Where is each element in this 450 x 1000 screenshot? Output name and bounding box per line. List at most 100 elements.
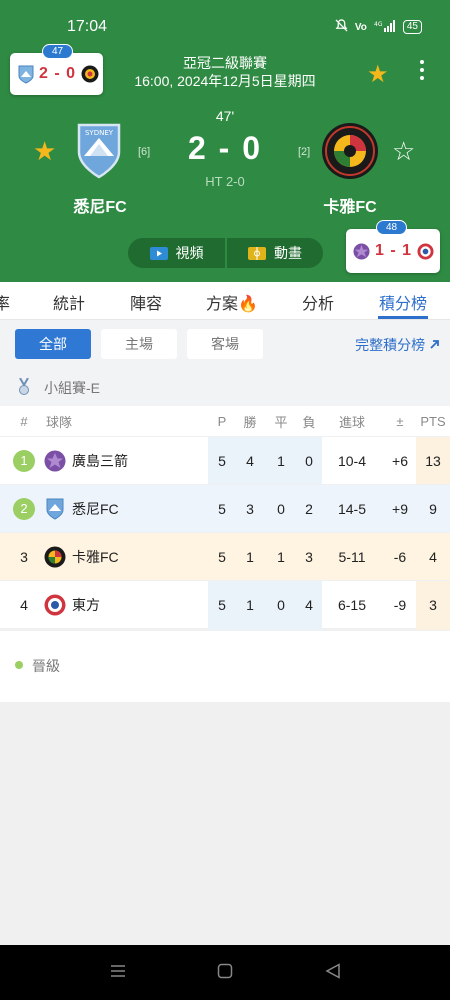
sanfrecce-logo [44, 450, 66, 471]
live-match-card-right[interactable]: 48 1 - 1 [346, 220, 440, 273]
volte-icon: Vo [354, 21, 367, 33]
drawn: 1 [277, 452, 285, 469]
eastern-logo [44, 594, 66, 615]
eastern-logo [417, 242, 434, 260]
match-score: 2 - 0 [187, 130, 263, 166]
animation-label: 動畫 [274, 245, 302, 261]
home-icon[interactable] [217, 963, 233, 979]
col-won: 勝 [243, 414, 257, 430]
drawn: 0 [277, 596, 285, 613]
away-rank: [2] [298, 146, 311, 158]
tab-analysis[interactable]: 分析 [302, 290, 334, 314]
goal-diff: +9 [392, 500, 408, 517]
match-header: 17:04 Vo 4G 45 47 2 - 0 亞冠二級聯賽 16:00, 20… [0, 0, 450, 282]
tab-plans[interactable]: 方案🔥 [206, 290, 258, 314]
position: 4 [20, 596, 28, 613]
tab-bar: 率 統計 陣容 方案🔥 分析 積分榜 [0, 282, 450, 320]
filter-all-button[interactable]: 全部 [15, 329, 91, 359]
col-drawn: 平 [274, 414, 288, 430]
kaya-fc-crest [322, 123, 378, 179]
played: 5 [218, 596, 226, 613]
tab-odds[interactable]: 率 [0, 290, 10, 314]
video-button[interactable]: 視頻 [128, 238, 225, 268]
team-name: 悉尼FC [72, 500, 119, 517]
medal-icon [19, 378, 29, 395]
filter-home-button[interactable]: 主場 [101, 329, 177, 359]
lost: 0 [305, 452, 313, 469]
position-badge: 1 [13, 449, 35, 472]
goal-diff: +6 [392, 452, 408, 469]
home-team-name[interactable]: 悉尼FC [45, 193, 155, 217]
points: 4 [429, 548, 437, 565]
sanfrecce-logo [353, 242, 370, 260]
played: 5 [218, 500, 226, 517]
table-header: # 球隊 P 勝 平 負 進球 ± PTS [0, 406, 450, 436]
drawn: 1 [277, 548, 285, 565]
position-badge: 2 [13, 497, 35, 520]
svg-text:4G: 4G [374, 21, 383, 28]
team-name: 卡雅FC [72, 548, 119, 565]
pitch-animation-icon [248, 246, 266, 260]
goal-diff: -6 [393, 548, 407, 565]
arrow-up-right-icon [430, 340, 439, 349]
points: 13 [425, 452, 441, 469]
match-minute: 47' [215, 108, 235, 124]
away-favorite-star-icon[interactable]: ☆ [392, 136, 415, 167]
col-played: P [217, 413, 227, 429]
played: 5 [218, 452, 226, 469]
kaya-fc-logo [44, 546, 66, 567]
table-row[interactable]: 4 東方 5 1 0 4 6-15 -9 3 [0, 580, 450, 628]
qualify-dot-icon [15, 661, 23, 669]
signal-4g-icon: 4G [374, 19, 396, 35]
col-lost: 負 [302, 414, 316, 430]
status-bar: 17:04 Vo 4G 45 [0, 18, 450, 38]
animation-button[interactable]: 動畫 [227, 238, 323, 268]
col-rank: # [20, 413, 28, 429]
tab-plans-label: 方案 [206, 296, 239, 313]
goals: 6-15 [337, 596, 367, 613]
mini-score: 1 - 1 [375, 242, 413, 259]
played: 5 [218, 548, 226, 565]
empty-area [0, 702, 450, 945]
away-team-name[interactable]: 卡雅FC [295, 193, 405, 217]
standings-table: # 球隊 P 勝 平 負 進球 ± PTS 1 廣島三箭 5 4 1 0 10-… [0, 406, 450, 630]
table-row[interactable]: 3 卡雅FC 5 1 1 3 5-11 -6 4 [0, 532, 450, 580]
lost: 2 [305, 500, 313, 517]
table-row[interactable]: 2 悉尼FC 5 3 0 2 14-5 +9 9 [0, 484, 450, 532]
full-standings-link[interactable]: 完整積分榜 [355, 335, 440, 355]
lost: 4 [305, 596, 313, 613]
won: 3 [246, 500, 254, 517]
qualify-label: 晉級 [32, 658, 60, 674]
goals: 14-5 [337, 500, 367, 517]
fire-icon: 🔥 [238, 296, 258, 313]
battery-icon: 45 [402, 20, 422, 34]
tab-lineups[interactable]: 陣容 [130, 290, 162, 314]
full-standings-label: 完整積分榜 [355, 337, 426, 353]
back-icon[interactable] [325, 963, 341, 979]
points: 9 [429, 500, 437, 517]
system-nav-bar [0, 945, 450, 1000]
col-goals: 進球 [338, 414, 365, 430]
col-team: 球隊 [45, 414, 72, 430]
video-label: 視頻 [175, 245, 204, 261]
sydney-fc-logo [46, 498, 64, 520]
filter-away-button[interactable]: 客場 [187, 329, 263, 359]
more-menu-icon[interactable] [418, 60, 426, 80]
won: 1 [246, 548, 254, 565]
position: 3 [20, 548, 28, 565]
goals: 10-4 [337, 452, 367, 469]
recent-apps-icon[interactable] [110, 963, 126, 979]
group-header: 小組賽-E [0, 368, 450, 406]
goals: 5-11 [338, 548, 366, 565]
team-name: 東方 [72, 596, 100, 613]
table-row[interactable]: 1 廣島三箭 5 4 1 0 10-4 +6 13 [0, 436, 450, 484]
tab-standings[interactable]: 積分榜 [379, 290, 427, 314]
active-tab-indicator [378, 316, 428, 319]
points: 3 [429, 596, 437, 613]
follow-star-icon[interactable]: ★ [367, 60, 389, 89]
lost: 3 [305, 548, 313, 565]
video-icon [149, 246, 168, 260]
standings-filter-bar: 全部 主場 客場 完整積分榜 [0, 320, 450, 368]
won: 1 [246, 596, 254, 613]
tab-stats[interactable]: 統計 [53, 290, 85, 314]
